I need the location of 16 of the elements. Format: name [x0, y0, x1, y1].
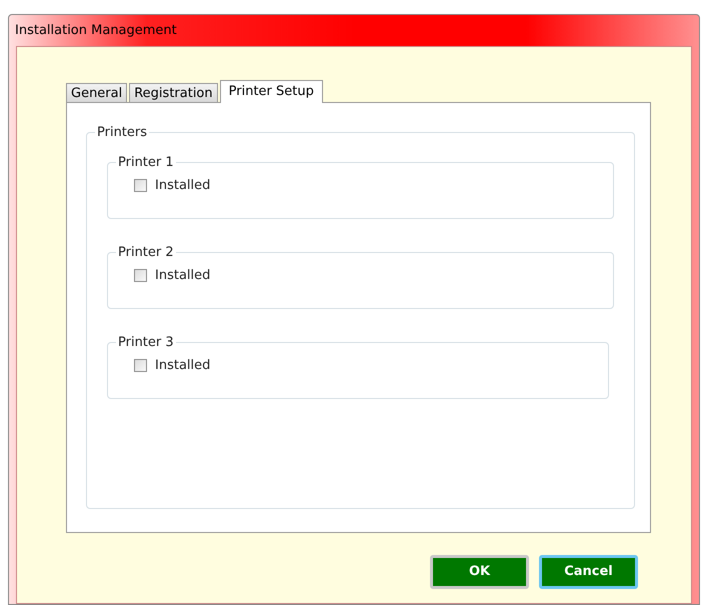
- checkbox-label: Installed: [155, 177, 210, 195]
- window-title: Installation Management: [15, 22, 177, 40]
- group-title: Printer 2: [117, 244, 175, 262]
- group-title: Printers: [96, 124, 148, 142]
- checkbox-label: Installed: [155, 267, 210, 285]
- tab[interactable]: Printer Setup: [220, 80, 323, 103]
- checkbox[interactable]: [134, 359, 147, 372]
- group-title: Printer 1: [117, 154, 175, 172]
- dialog-button[interactable]: OK: [430, 555, 529, 589]
- tab[interactable]: Registration: [129, 83, 218, 102]
- tab[interactable]: General: [66, 83, 128, 102]
- checkbox-label: Installed: [155, 357, 210, 375]
- group-title: Printer 3: [117, 334, 175, 352]
- checkbox[interactable]: [134, 179, 147, 192]
- checkbox[interactable]: [134, 269, 147, 282]
- dialog-button[interactable]: Cancel: [539, 555, 638, 589]
